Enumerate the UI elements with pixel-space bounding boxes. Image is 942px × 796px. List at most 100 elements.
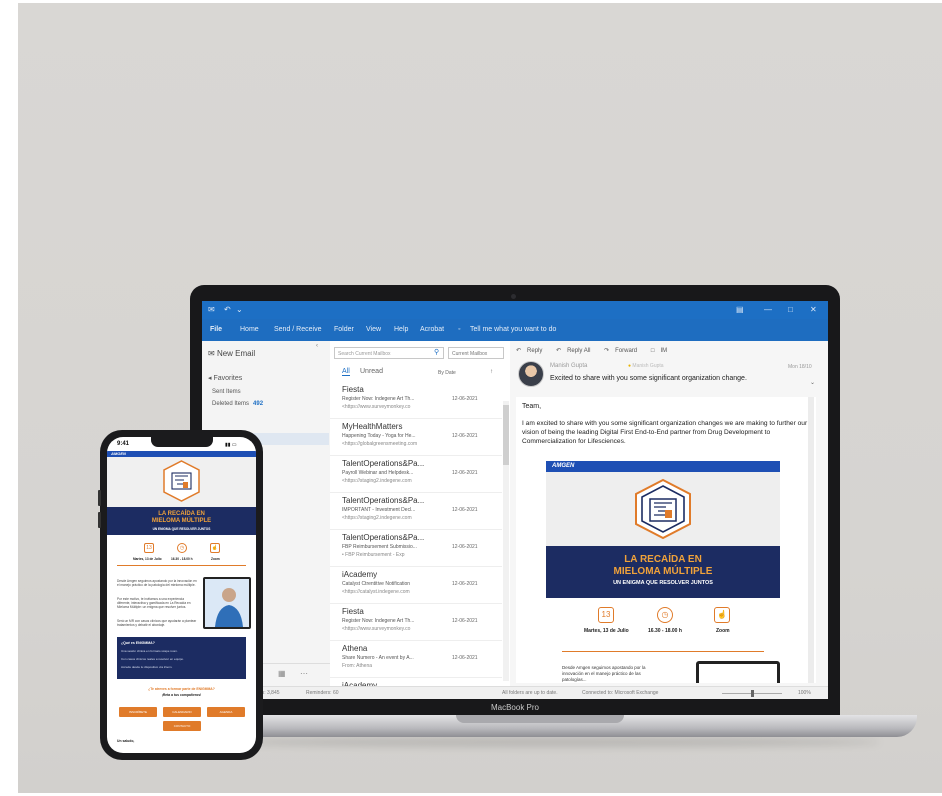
laptop: ✉ ↶ ⌄ ▤ — □ ✕ File Home Send / Receive F… [190, 285, 840, 715]
phone-info-box: ¿Qué es ENIGMMA? Una sesión clínica en f… [117, 637, 246, 679]
event-date: Martes, 13 de Julio [584, 628, 629, 634]
reminders[interactable]: Reminders: 60 [306, 690, 339, 696]
connection-status: Connected to: Microsoft Exchange [582, 690, 659, 696]
sender-flag: ● Manish Gupta [628, 363, 664, 369]
minimize-icon[interactable]: — [764, 305, 772, 314]
mailbox-scope-dropdown[interactable]: Current Mailbox [448, 347, 504, 359]
phone-title-1: LA RECAÍDA EN [158, 511, 205, 517]
event-platform: Zoom [211, 557, 220, 561]
maze-emblem-icon [635, 478, 691, 540]
close-icon[interactable]: ✕ [810, 305, 817, 314]
ribbon-display-icon[interactable]: ▤ [736, 305, 744, 314]
sender-name[interactable]: Manish Gupta [550, 363, 587, 369]
tab-folder[interactable]: Folder [334, 326, 354, 333]
quick-access-icon[interactable]: ⌄ [236, 305, 243, 314]
search-icon[interactable]: ⚲ [434, 348, 439, 356]
event-details: 13 ◷ ☝ Martes, 13 de Julio 16.30 - 18.00… [546, 603, 780, 643]
newsletter-tagline: UN ENIGMA QUE RESOLVER JUNTOS [613, 580, 713, 586]
unread-count: 492 [253, 401, 264, 407]
zoom-icon: ☝ [714, 607, 730, 623]
forward-button[interactable]: ↷ Forward [604, 348, 643, 354]
volume-up-button [98, 490, 101, 506]
zoom-level: 100% [798, 690, 811, 696]
tab-acrobat[interactable]: Acrobat [420, 326, 444, 333]
laptop-base [163, 715, 917, 737]
sort-arrow-icon[interactable]: ↑ [490, 369, 493, 375]
zoom-icon: ☝ [210, 543, 220, 553]
tab-send-receive[interactable]: Send / Receive [274, 326, 321, 333]
reading-scrollbar[interactable] [808, 397, 814, 683]
maze-emblem-icon [163, 460, 200, 502]
email-body: Team, I am excited to share with you som… [516, 397, 816, 683]
list-scrollbar-thumb[interactable] [503, 405, 509, 465]
laptop-screen: ✉ ↶ ⌄ ▤ — □ ✕ File Home Send / Receive F… [202, 301, 828, 699]
laptop-shadow [230, 737, 880, 747]
list-item[interactable]: iAcademy Catalyst Ctrentitive Notificati… [330, 566, 502, 604]
phone-intro-2: Por este motivo, te invitamos a una expe… [117, 597, 191, 610]
phone-question-2: ¡Reta a tus compañeros! [161, 693, 202, 697]
calendar-icon: 13 [144, 543, 154, 553]
phone-notch [151, 437, 213, 447]
folder-sent-items[interactable]: Sent Items [212, 389, 241, 395]
zoom-slider-knob[interactable] [751, 690, 754, 697]
tab-file[interactable]: File [210, 326, 222, 333]
camera [511, 294, 516, 299]
new-email-button[interactable]: ✉ New Email [208, 349, 255, 358]
newsletter-title-1: LA RECAÍDA EN [624, 554, 702, 565]
list-item[interactable]: TalentOperations&Pa... Payroll Webinar a… [330, 455, 502, 493]
more-icon[interactable]: ⋯ [300, 669, 308, 678]
doctor-image [205, 579, 249, 627]
filter-all[interactable]: All [342, 368, 350, 376]
amgen-logo: AMGEN [111, 451, 126, 456]
macbook-label: MacBook Pro [490, 703, 540, 712]
newsletter-title-2: MIELOMA MÚLTIPLE [613, 566, 713, 577]
received-date: Mon 18/10 [788, 364, 812, 370]
list-item[interactable]: Athena Share Numero - An event by A... F… [330, 640, 502, 678]
chevron-down-icon[interactable]: ⌄ [810, 379, 815, 386]
phone-time: 9:41 [117, 441, 130, 447]
phone-title-2: MIELOMA MÚLTIPLE [151, 518, 212, 524]
tab-view[interactable]: View [366, 326, 381, 333]
list-item[interactable]: Fiesta Register Now: Indegene Art Th... … [330, 603, 502, 641]
collapse-pane-icon[interactable]: ‹ [316, 343, 318, 349]
list-item[interactable]: TalentOperations&Pa... IMPORTANT - Inves… [330, 492, 502, 530]
agenda-button[interactable]: AGENDA [207, 707, 245, 717]
list-item[interactable]: MyHealthMatters Happening Today - Yoga f… [330, 418, 502, 456]
filter-unread[interactable]: Unread [360, 368, 383, 375]
list-item[interactable]: Fiesta Register Now: Indegene Art Th... … [330, 381, 502, 419]
calendar-button[interactable]: CALENDARIO [163, 707, 201, 717]
avatar[interactable] [518, 361, 544, 387]
list-item[interactable]: TalentOperations&Pa... FBP Reimbursement… [330, 529, 502, 567]
divider [562, 651, 764, 652]
info-box-line-1: Una sesión clínica en formato scape room… [121, 649, 178, 653]
divider [117, 565, 246, 566]
register-button[interactable]: INSCRÍBETE [119, 707, 157, 717]
folder-deleted-items[interactable]: Deleted Items 492 [212, 401, 263, 407]
contact-button[interactable]: CONTACTO [163, 721, 201, 731]
favorites-header[interactable]: ◂ Favorites [208, 374, 242, 382]
maximize-icon[interactable]: □ [788, 305, 793, 314]
reply-all-button[interactable]: ↶ Reply All [556, 348, 596, 354]
info-box-line-2: Con casos clínicos reales a resolver en … [121, 657, 184, 661]
newsletter-title-band: LA RECAÍDA EN MIELOMA MÚLTIPLE UN ENIGMA… [546, 546, 780, 598]
tab-help[interactable]: Help [394, 326, 408, 333]
volume-down-button [98, 512, 101, 528]
laptop-thumbnail [696, 661, 780, 683]
phone-intro-1: Desde Amgen seguimos apostando por la in… [117, 579, 197, 588]
laptop-thumbnail [203, 577, 251, 629]
sort-dropdown[interactable]: By Date [438, 370, 456, 376]
phone-question-1: ¿Te atreves a formar parte de ENIGMMA? [148, 687, 215, 691]
reading-toolbar: ↶ Reply ↶ Reply All ↷ Forward □ IM [516, 347, 679, 354]
calendar-icon: 13 [598, 607, 614, 623]
reply-button[interactable]: ↶ Reply [516, 348, 548, 354]
phone-hero [107, 457, 256, 507]
tasks-icon[interactable]: ▦ [278, 669, 286, 678]
im-button[interactable]: □ IM [651, 348, 673, 354]
search-input[interactable]: Search Current Mailbox [334, 347, 444, 359]
undo-icon[interactable]: ↶ [224, 305, 231, 314]
phone-title-band: LA RECAÍDA EN MIELOMA MÚLTIPLE UN ENIGMA… [107, 507, 256, 535]
tell-me-box[interactable]: Tell me what you want to do [470, 326, 556, 333]
tab-home[interactable]: Home [240, 326, 259, 333]
newsletter-header: AMGEN [546, 461, 780, 472]
signal-battery-icon: ▮▮ ▭ [225, 442, 237, 448]
